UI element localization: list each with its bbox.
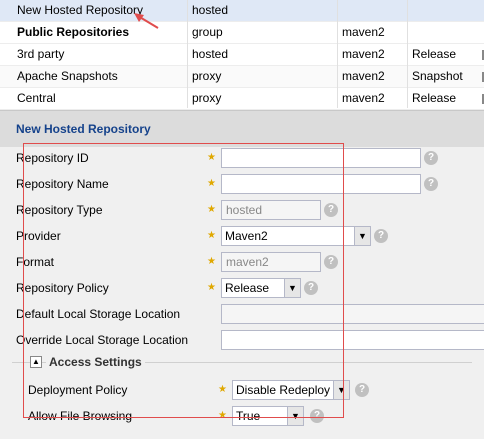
repository-policy-select[interactable]: Release ▼ <box>221 278 301 298</box>
provider-label: Provider <box>16 229 61 243</box>
help-icon[interactable]: ? <box>424 151 438 165</box>
repo-type-cell: hosted <box>192 3 229 17</box>
override-storage-label: Override Local Storage Location <box>16 333 189 347</box>
format-field: maven2 <box>221 252 321 272</box>
required-star-icon: ★ <box>207 178 216 189</box>
help-icon[interactable]: ? <box>424 177 438 191</box>
required-star-icon: ★ <box>207 204 216 215</box>
annotation-arrow-icon <box>134 13 159 29</box>
required-star-icon: ★ <box>207 256 216 267</box>
dropdown-arrow-icon[interactable]: ▼ <box>287 407 303 425</box>
repository-name-input[interactable] <box>221 174 421 194</box>
help-icon[interactable]: ? <box>324 255 338 269</box>
repo-type-cell: hosted <box>192 47 229 61</box>
repository-grid: New Hosted Repository hosted Public Repo… <box>0 0 484 110</box>
column-divider <box>187 0 188 108</box>
allow-file-browsing-select[interactable]: True ▼ <box>232 406 304 426</box>
required-star-icon: ★ <box>218 384 227 395</box>
help-icon[interactable]: ? <box>304 281 318 295</box>
repo-policy-cell: Snapshot <box>412 69 463 83</box>
repo-name-cell: 3rd party <box>17 47 65 61</box>
repo-name-cell: Apache Snapshots <box>17 69 118 83</box>
repository-type-label: Repository Type <box>16 203 103 217</box>
repository-type-field: hosted <box>221 200 321 220</box>
access-settings-title: Access Settings <box>46 355 145 369</box>
repo-format-cell: maven2 <box>342 47 385 61</box>
required-star-icon: ★ <box>207 152 216 163</box>
table-row[interactable]: Central proxy maven2 Release <box>0 88 484 110</box>
repo-format-cell: maven2 <box>342 69 385 83</box>
repo-format-cell: maven2 <box>342 91 385 105</box>
default-storage-label: Default Local Storage Location <box>16 307 181 321</box>
help-icon[interactable]: ? <box>355 383 369 397</box>
repo-type-cell: group <box>192 25 223 39</box>
allow-file-browsing-value: True <box>236 409 261 423</box>
form-title: New Hosted Repository <box>16 122 151 136</box>
repository-id-label: Repository ID <box>16 151 89 165</box>
repo-policy-cell: Release <box>412 91 457 105</box>
repo-type-cell: proxy <box>192 69 222 83</box>
repository-policy-value: Release <box>225 281 270 295</box>
help-icon[interactable]: ? <box>324 203 338 217</box>
repo-format-cell: maven2 <box>342 25 385 39</box>
table-row[interactable]: 3rd party hosted maven2 Release <box>0 44 484 66</box>
repository-id-input[interactable] <box>221 148 421 168</box>
repo-type-cell: proxy <box>192 91 222 105</box>
required-star-icon: ★ <box>207 282 216 293</box>
deployment-policy-value: Disable Redeploy <box>236 383 331 397</box>
dropdown-arrow-icon[interactable]: ▼ <box>354 227 370 245</box>
collapse-icon[interactable]: ▲ <box>30 356 42 368</box>
override-storage-input[interactable] <box>221 330 484 350</box>
help-icon[interactable]: ? <box>310 409 324 423</box>
repo-policy-cell: Release <box>412 47 457 61</box>
default-storage-field <box>221 304 484 324</box>
repository-policy-label: Repository Policy <box>16 281 109 295</box>
deployment-policy-label: Deployment Policy <box>28 383 128 397</box>
column-divider <box>407 0 408 108</box>
repository-name-label: Repository Name <box>16 177 109 191</box>
provider-select[interactable]: Maven2 ▼ <box>221 226 371 246</box>
table-row[interactable]: New Hosted Repository hosted <box>0 0 484 22</box>
format-label: Format <box>16 255 55 269</box>
provider-value: Maven2 <box>225 229 268 243</box>
repo-name-cell: Central <box>17 91 56 105</box>
required-star-icon: ★ <box>218 410 227 421</box>
required-star-icon: ★ <box>207 230 216 241</box>
deployment-policy-select[interactable]: Disable Redeploy ▼ <box>232 380 350 400</box>
dropdown-arrow-icon[interactable]: ▼ <box>284 279 300 297</box>
allow-file-browsing-label: Allow File Browsing <box>28 409 133 423</box>
form-header: New Hosted Repository <box>0 110 484 148</box>
table-row[interactable]: Apache Snapshots proxy maven2 Snapshot <box>0 66 484 88</box>
dropdown-arrow-icon[interactable]: ▼ <box>333 381 349 399</box>
column-divider <box>337 0 338 108</box>
help-icon[interactable]: ? <box>374 229 388 243</box>
table-row[interactable]: Public Repositories group maven2 <box>0 22 484 44</box>
